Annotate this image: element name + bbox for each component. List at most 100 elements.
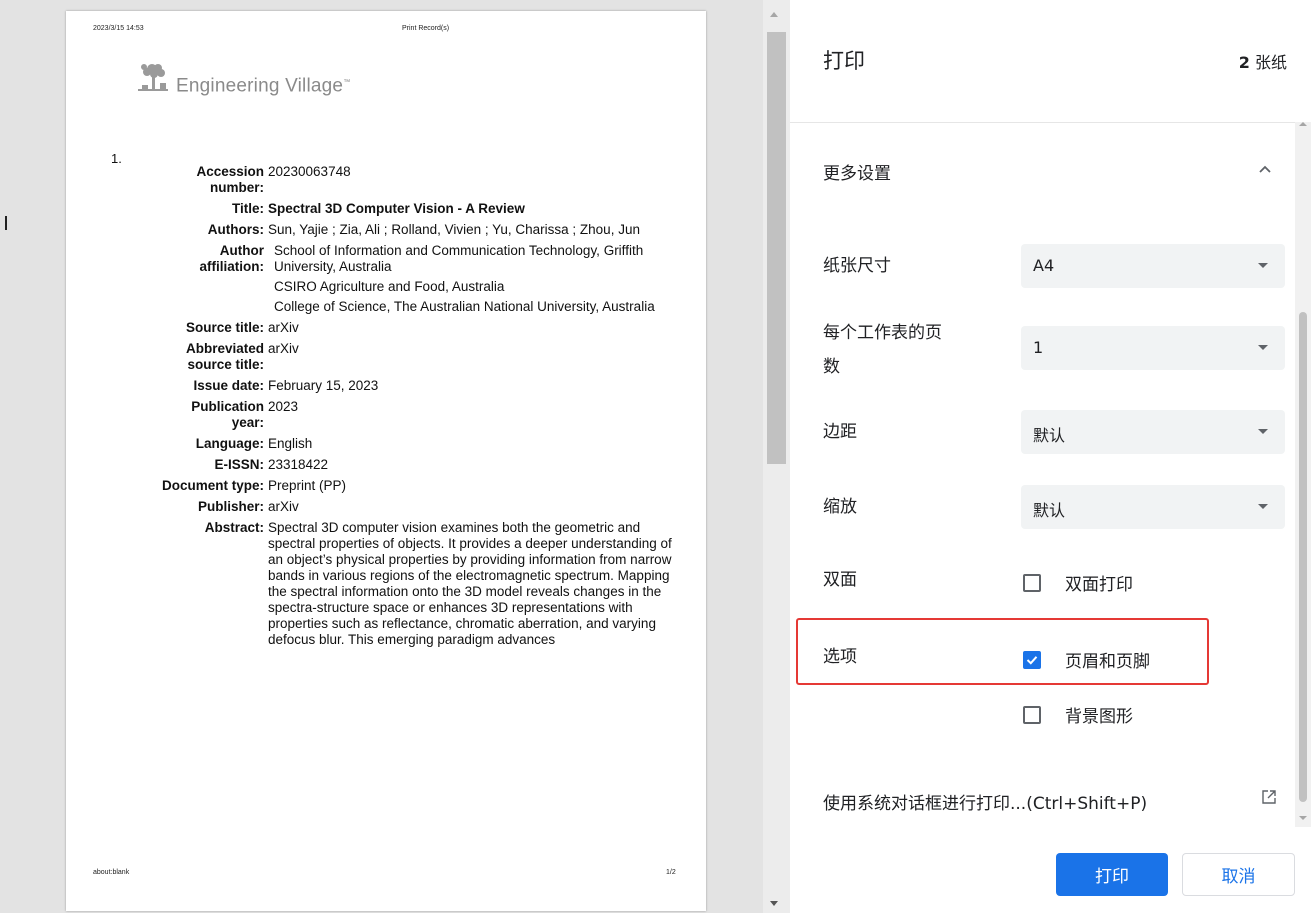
field-label: Language: [195, 436, 264, 451]
page-footer-number: 1/2 [666, 869, 676, 876]
field-publication-year: Publication year: 2023 [156, 399, 676, 431]
field-value: 20230063748 [268, 164, 351, 179]
margins-value: 默认 [1033, 426, 1066, 445]
field-value: arXiv [268, 499, 299, 514]
field-label: Publisher: [197, 499, 264, 514]
field-accession-number: Accession number: 20230063748 [156, 164, 676, 196]
page-header-title: Print Record(s) [402, 25, 450, 32]
field-abstract: Abstract: Spectral 3D computer vision ex… [156, 520, 676, 648]
background-graphics-option-label: 背景图形 [1065, 707, 1133, 727]
field-title: Title: Spectral 3D Computer Vision - A R… [156, 201, 676, 217]
more-settings-label: 更多设置 [823, 164, 891, 184]
scroll-up-arrow-icon[interactable] [770, 12, 778, 17]
scroll-down-arrow-icon[interactable] [770, 901, 778, 906]
sheet-count: 2 张纸 [1238, 53, 1287, 72]
field-label: Abstract: [204, 520, 264, 535]
panel-header: 打印 2 张纸 [790, 0, 1311, 123]
dropdown-arrow-icon [1258, 345, 1268, 350]
field-label: Issue date: [193, 378, 264, 393]
record-number: 1. [111, 151, 122, 166]
field-abbreviated-source-title: Abbreviated source title: arXiv [156, 341, 676, 373]
field-issue-date: Issue date: February 15, 2023 [156, 378, 676, 394]
field-value: 23318422 [268, 457, 329, 472]
field-label: Publication year: [191, 399, 264, 430]
cancel-button[interactable]: 取消 [1182, 853, 1295, 896]
field-value: Spectral 3D Computer Vision - A Review [268, 201, 525, 216]
affiliation-line: College of Science, The Australian Natio… [274, 299, 655, 314]
preview-page: 2023/3/15 14:53 Print Record(s) Engineer… [66, 11, 706, 911]
more-settings-toggle[interactable]: 更多设置 [790, 122, 1295, 218]
field-value: arXiv [268, 320, 299, 335]
field-document-type: Document type: Preprint (PP) [156, 478, 676, 494]
field-label: E-ISSN: [214, 457, 264, 472]
field-label: Accession number: [196, 164, 264, 195]
field-label: Author affiliation: [199, 243, 265, 274]
paper-size-value: A4 [1033, 256, 1055, 275]
logo-text: Engineering Village™ [176, 75, 351, 96]
field-authors: Authors: Sun, Yajie ; Zia, Ali ; Rolland… [156, 222, 676, 238]
field-label: Authors: [207, 222, 264, 237]
dropdown-arrow-icon [1258, 429, 1268, 434]
field-label: Abbreviated source title: [185, 341, 264, 372]
field-e-issn: E-ISSN: 23318422 [156, 457, 676, 473]
print-settings-panel: 打印 2 张纸 更多设置 纸张尺寸 A4 每个工作表的页 数 1 边距 默认 缩… [790, 0, 1311, 913]
duplex-label: 双面 [823, 570, 857, 590]
background-graphics-checkbox-item[interactable]: 背景图形 [1021, 702, 1133, 727]
paper-size-select[interactable]: A4 [1021, 244, 1285, 288]
pages-per-sheet-value: 1 [1033, 338, 1044, 357]
dropdown-arrow-icon [1258, 504, 1268, 509]
field-label: Source title: [185, 320, 264, 335]
scale-setting: 缩放 默认 [790, 485, 1295, 529]
annotation-highlight-box [796, 618, 1209, 685]
dropdown-arrow-icon [1258, 263, 1268, 268]
scale-value: 默认 [1033, 501, 1066, 520]
engineering-village-logo: Engineering Village™ [134, 57, 350, 97]
field-label: Title: [231, 201, 264, 216]
print-button[interactable]: 打印 [1056, 853, 1168, 896]
field-author-affiliation: Author affiliation: School of Informatio… [156, 243, 676, 315]
print-preview-area: 2023/3/15 14:53 Print Record(s) Engineer… [0, 0, 790, 913]
duplex-checkbox[interactable] [1023, 573, 1041, 592]
open-external-icon[interactable] [1261, 789, 1277, 805]
scroll-down-arrow-icon[interactable] [1299, 816, 1307, 820]
field-label: Document type: [161, 478, 264, 493]
field-value: School of Information and Communication … [268, 243, 676, 315]
field-source-title: Source title: arXiv [156, 320, 676, 336]
field-value: Preprint (PP) [268, 478, 347, 493]
field-value: 2023 [268, 399, 299, 414]
duplex-option-label: 双面打印 [1065, 575, 1133, 595]
field-value: February 15, 2023 [268, 378, 379, 393]
scale-label: 缩放 [823, 497, 857, 517]
pages-per-sheet-select[interactable]: 1 [1021, 326, 1285, 370]
record-details: Accession number: 20230063748 Title: Spe… [156, 164, 676, 653]
paper-size-label: 纸张尺寸 [823, 256, 891, 276]
scrollbar-thumb[interactable] [1299, 312, 1307, 802]
tree-logo-icon [138, 64, 168, 91]
margins-setting: 边距 默认 [790, 410, 1295, 454]
field-value: Spectral 3D computer vision examines bot… [268, 520, 672, 647]
background-graphics-checkbox[interactable] [1023, 705, 1041, 724]
panel-title: 打印 [823, 49, 865, 73]
field-value: Sun, Yajie ; Zia, Ali ; Rolland, Vivien … [268, 222, 640, 237]
pages-per-sheet-setting: 每个工作表的页 数 1 [790, 316, 1295, 386]
field-publisher: Publisher: arXiv [156, 499, 676, 515]
affiliation-line: CSIRO Agriculture and Food, Australia [274, 279, 505, 294]
text-cursor-mark [5, 216, 7, 230]
duplex-checkbox-item[interactable]: 双面打印 [1021, 570, 1133, 595]
scale-select[interactable]: 默认 [1021, 485, 1285, 529]
page-header-date: 2023/3/15 14:53 [93, 25, 144, 32]
duplex-setting: 双面 双面打印 [790, 562, 1295, 598]
affiliation-line: School of Information and Communication … [274, 243, 644, 274]
margins-select[interactable]: 默认 [1021, 410, 1285, 454]
paper-size-setting: 纸张尺寸 A4 [790, 244, 1295, 288]
page-footer-url: about:blank [93, 869, 130, 876]
settings-scrollbar[interactable] [1295, 122, 1311, 827]
field-language: Language: English [156, 436, 676, 452]
scroll-up-arrow-icon[interactable] [1299, 122, 1307, 126]
system-dialog-link[interactable]: 使用系统对话框进行打印...(Ctrl+Shift+P) [823, 789, 1147, 814]
preview-scrollbar[interactable] [763, 0, 790, 913]
field-value: arXiv [268, 341, 299, 356]
background-graphics-setting: 背景图形 [790, 694, 1295, 730]
scrollbar-thumb[interactable] [767, 32, 786, 464]
pages-per-sheet-label: 每个工作表的页 数 [823, 323, 942, 377]
